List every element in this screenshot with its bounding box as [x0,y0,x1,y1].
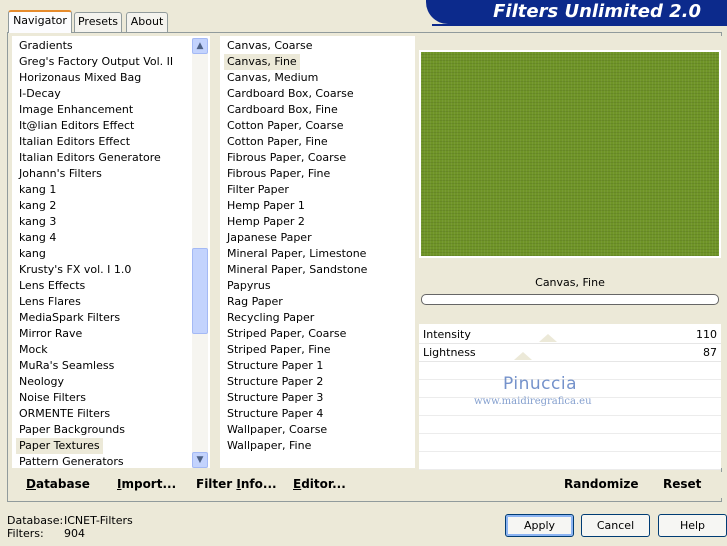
scroll-down-icon[interactable]: ▼ [192,452,208,468]
category-item[interactable]: Noise Filters [16,390,89,406]
preview-image [421,52,719,256]
tab-navigator[interactable]: Navigator [8,10,72,33]
reset-button[interactable]: Reset [663,475,701,493]
filter-info-button[interactable]: Filter Info... [196,475,277,493]
slider-lightness[interactable]: Lightness 87 [419,344,721,362]
category-item[interactable]: Paper Textures [16,438,103,454]
filter-item[interactable]: Recycling Paper [224,310,317,326]
watermark-url: www.maidiregrafica.eu [474,396,592,407]
scroll-up-icon[interactable]: ▲ [192,38,208,54]
filter-item[interactable]: Structure Paper 2 [224,374,326,390]
help-button[interactable]: Help [658,514,727,537]
category-item[interactable]: MediaSpark Filters [16,310,123,326]
progress-bar [421,294,719,305]
empty-slider-row [419,452,721,470]
status-filters-label: Filters: [7,527,44,540]
filter-item[interactable]: Mineral Paper, Sandstone [224,262,370,278]
filter-item[interactable]: Canvas, Coarse [224,38,316,54]
right-button-bar: Randomize Reset [420,472,722,498]
category-item[interactable]: Italian Editors Effect [16,134,133,150]
category-item[interactable]: Greg's Factory Output Vol. II [16,54,176,70]
apply-button[interactable]: Apply [505,514,574,537]
tab-presets[interactable]: Presets [74,12,122,32]
category-item[interactable]: kang 2 [16,198,59,214]
category-item[interactable]: Mirror Rave [16,326,85,342]
slider-value: 110 [696,328,717,341]
filter-item[interactable]: Hemp Paper 1 [224,198,308,214]
tab-about[interactable]: About [126,12,168,32]
app-banner: Filters Unlimited 2.0 [426,0,727,24]
category-item[interactable]: I-Decay [16,86,64,102]
status-database-value: ICNET-Filters [64,514,133,527]
category-item[interactable]: ORMENTE Filters [16,406,113,422]
category-item[interactable]: kang 4 [16,230,59,246]
filter-item[interactable]: Fibrous Paper, Fine [224,166,333,182]
status-filters-value: 904 [64,527,85,540]
selected-filter-name: Canvas, Fine [535,276,605,289]
filter-item[interactable]: Japanese Paper [224,230,315,246]
category-item[interactable]: kang [16,246,49,262]
category-item[interactable]: Image Enhancement [16,102,136,118]
category-item[interactable]: Paper Backgrounds [16,422,128,438]
cancel-button[interactable]: Cancel [581,514,650,537]
filter-item[interactable]: Structure Paper 1 [224,358,326,374]
filter-item[interactable]: Papyrus [224,278,274,294]
category-item[interactable]: kang 1 [16,182,59,198]
category-item[interactable]: Mock [16,342,51,358]
filter-item[interactable]: Rag Paper [224,294,286,310]
category-item[interactable]: kang 3 [16,214,59,230]
watermark-name: Pinuccia [503,374,577,394]
slider-intensity[interactable]: Intensity 110 [419,326,721,344]
filter-item[interactable]: Cardboard Box, Coarse [224,86,357,102]
empty-slider-row [419,416,721,434]
category-item[interactable]: Italian Editors Generatore [16,150,164,166]
banner-underline [432,24,727,26]
left-button-bar: Database Import... Filter Info... Editor… [12,472,415,498]
category-item[interactable]: MuRa's Seamless [16,358,117,374]
database-button[interactable]: Database [26,475,90,493]
status-filters: Filters: 904 [7,527,85,540]
randomize-button[interactable]: Randomize [564,475,638,493]
category-item[interactable]: It@lian Editors Effect [16,118,137,134]
filter-item[interactable]: Structure Paper 3 [224,390,326,406]
filter-item[interactable]: Fibrous Paper, Coarse [224,150,349,166]
category-item[interactable]: Lens Effects [16,278,88,294]
filter-item[interactable]: Filter Paper [224,182,292,198]
import-button[interactable]: Import... [117,475,176,493]
category-item[interactable]: Krusty's FX vol. I 1.0 [16,262,134,278]
filter-item[interactable]: Hemp Paper 2 [224,214,308,230]
category-scrollbar[interactable]: ▲ ▼ [192,38,208,468]
filter-list: Canvas, Coarse Canvas, Fine Canvas, Medium… [220,36,415,468]
filter-item[interactable]: Wallpaper, Fine [224,438,314,454]
filter-item[interactable]: Striped Paper, Fine [224,342,334,358]
filter-item[interactable]: Striped Paper, Coarse [224,326,349,342]
status-database-label: Database: [7,514,64,527]
filter-item[interactable]: Canvas, Fine [224,54,300,70]
category-item[interactable]: Pattern Generators [16,454,127,470]
filter-item[interactable]: Wallpaper, Coarse [224,422,330,438]
category-item[interactable]: Neology [16,374,67,390]
category-item[interactable]: Gradients [16,38,76,54]
scroll-thumb[interactable] [192,248,208,334]
filter-item[interactable]: Cotton Paper, Coarse [224,118,347,134]
slider-label: Intensity [423,328,471,341]
filter-item[interactable]: Structure Paper 4 [224,406,326,422]
category-item[interactable]: Horizonaus Mixed Bag [16,70,144,86]
filter-item[interactable]: Mineral Paper, Limestone [224,246,369,262]
category-item[interactable]: Johann's Filters [16,166,105,182]
filter-item[interactable]: Cardboard Box, Fine [224,102,341,118]
status-database: Database: ICNET-Filters [7,514,133,527]
filter-item[interactable]: Cotton Paper, Fine [224,134,331,150]
empty-slider-row [419,434,721,452]
category-list: Gradients Greg's Factory Output Vol. II Ho… [12,36,210,468]
slider-label: Lightness [423,346,476,359]
filter-item[interactable]: Canvas, Medium [224,70,321,86]
editor-button[interactable]: Editor... [293,475,346,493]
slider-value: 87 [703,346,717,359]
category-item[interactable]: Lens Flares [16,294,84,310]
